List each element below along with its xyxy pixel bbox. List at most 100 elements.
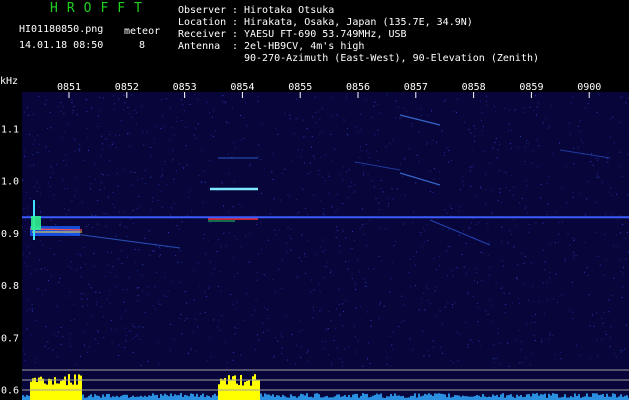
noise-speck [214,130,216,132]
noise-speck [535,95,537,97]
activity-bar [344,395,346,400]
x-tick-label: 0900 [577,82,601,93]
noise-speck [596,339,598,341]
noise-speck [424,241,426,243]
noise-speck [258,155,260,157]
noise-speck [298,257,300,259]
activity-bar [554,393,556,400]
noise-speck [78,149,80,151]
noise-speck [183,167,185,169]
noise-speck [553,298,555,300]
noise-speck [503,171,505,173]
noise-speck [107,213,109,215]
noise-speck [598,176,600,178]
noise-speck [609,118,611,120]
activity-bar [372,395,374,400]
noise-speck [266,317,268,319]
activity-bar [552,393,554,400]
noise-speck [386,198,388,200]
noise-speck [511,233,513,235]
noise-speck [619,232,621,234]
noise-speck [112,266,114,268]
noise-speck [572,197,574,199]
noise-speck [604,233,606,235]
noise-speck [362,226,364,228]
noise-speck [619,165,621,167]
noise-speck [435,315,437,317]
noise-speck [485,310,487,312]
activity-bar [272,394,274,400]
noise-speck [532,301,534,303]
noise-speck [478,222,480,224]
noise-speck [362,171,364,173]
noise-speck [223,205,225,207]
activity-bar [284,396,286,400]
noise-speck [266,329,268,331]
noise-speck [483,150,485,152]
noise-speck [494,142,496,144]
noise-speck [452,275,454,277]
noise-speck [318,111,320,113]
noise-speck [471,341,473,343]
noise-speck [301,149,303,151]
noise-speck [482,126,484,128]
noise-speck [510,129,512,131]
activity-bar [378,394,380,400]
noise-speck [422,330,424,332]
activity-bar [32,378,34,400]
noise-speck [118,344,120,346]
activity-bar [88,395,90,400]
activity-bar [254,374,256,400]
noise-speck [605,333,607,335]
noise-speck [135,326,137,328]
noise-speck [266,308,268,310]
noise-speck [318,310,320,312]
noise-speck [365,99,367,101]
noise-speck [365,285,367,287]
activity-bar [478,395,480,400]
noise-speck [255,299,257,301]
noise-speck [182,166,184,168]
noise-speck [212,319,214,321]
activity-bar [290,394,292,400]
noise-speck [517,297,519,299]
noise-speck [224,101,226,103]
noise-speck [55,223,57,225]
noise-speck [114,134,116,136]
noise-speck [123,94,125,96]
noise-speck [475,268,477,270]
noise-speck [103,316,105,318]
activity-bar [472,396,474,400]
activity-bar [484,396,486,400]
noise-speck [462,181,464,183]
noise-speck [415,251,417,253]
noise-speck [607,191,609,193]
noise-speck [125,310,127,312]
noise-speck [339,314,341,316]
noise-speck [109,290,111,292]
noise-speck [385,146,387,148]
noise-speck [185,94,187,96]
noise-speck [524,255,526,257]
noise-speck [137,270,139,272]
noise-speck [377,129,379,131]
noise-speck [519,202,521,204]
noise-speck [387,205,389,207]
noise-speck [131,184,133,186]
noise-speck [157,341,159,343]
noise-speck [234,326,236,328]
noise-speck [87,136,89,138]
noise-speck [328,328,330,330]
noise-speck [560,358,562,360]
noise-speck [86,111,88,113]
noise-speck [100,306,102,308]
noise-speck [554,354,556,356]
noise-speck [412,349,414,351]
activity-bar [282,394,284,400]
noise-speck [209,337,211,339]
activity-bar [434,393,436,400]
activity-bar [338,394,340,400]
noise-speck [113,108,115,110]
noise-speck [485,100,487,102]
noise-speck [267,239,269,241]
